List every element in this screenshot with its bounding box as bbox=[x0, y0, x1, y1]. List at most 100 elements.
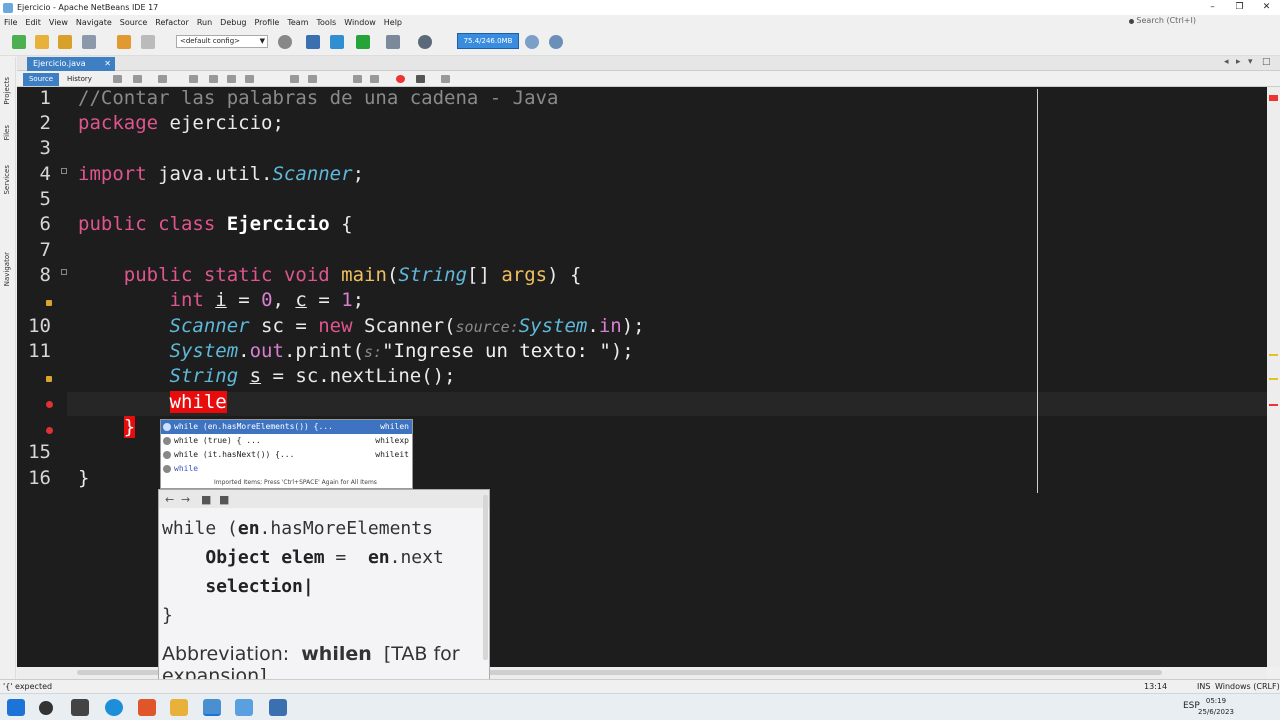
caret-position[interactable]: 13:14 bbox=[1144, 682, 1167, 691]
menu-source[interactable]: Source bbox=[116, 18, 151, 27]
brave-icon[interactable] bbox=[138, 699, 156, 716]
clock[interactable]: 05:19 25/6/2023 bbox=[1198, 696, 1234, 718]
fold-toggle-icon[interactable] bbox=[61, 168, 67, 174]
windows-start-icon[interactable] bbox=[7, 699, 25, 716]
files-tab[interactable]: Files bbox=[3, 125, 11, 140]
forward-icon[interactable] bbox=[158, 75, 167, 83]
memory-indicator[interactable]: 75.4/246.0MB bbox=[457, 33, 519, 49]
toggle-highlight-icon[interactable] bbox=[245, 75, 254, 83]
minimize-button[interactable]: – bbox=[1199, 0, 1226, 14]
menu-refactor[interactable]: Refactor bbox=[151, 18, 193, 27]
warning-marker[interactable] bbox=[1269, 354, 1278, 356]
clean-build-icon[interactable] bbox=[330, 35, 344, 49]
fold-toggle-icon[interactable] bbox=[61, 269, 67, 275]
right-margin-line bbox=[1037, 89, 1038, 493]
menu-debug[interactable]: Debug bbox=[216, 18, 250, 27]
scroll-right-icon[interactable]: ▸ bbox=[1236, 57, 1241, 67]
forward-arrow-icon[interactable]: → bbox=[181, 493, 190, 506]
error-icon[interactable] bbox=[46, 401, 53, 408]
error-marker[interactable] bbox=[1269, 404, 1278, 406]
last-edit-icon[interactable] bbox=[113, 75, 122, 83]
maximize-editor-icon[interactable]: □ bbox=[1262, 57, 1271, 67]
search-input[interactable]: Search (Ctrl+I) bbox=[1136, 16, 1196, 25]
error-marker[interactable] bbox=[1269, 95, 1278, 101]
menu-tools[interactable]: Tools bbox=[313, 18, 341, 27]
comment-icon[interactable] bbox=[441, 75, 450, 83]
line-ending[interactable]: Windows (CRLF) bbox=[1215, 682, 1280, 691]
new-file-icon[interactable] bbox=[12, 35, 26, 49]
search-icon[interactable] bbox=[39, 701, 53, 715]
open-source-icon[interactable]: ■ bbox=[201, 493, 211, 506]
completion-item[interactable]: while (true) { ... whilexp bbox=[161, 434, 412, 448]
code-line-10: Scanner sc = new Scanner(source:System.i… bbox=[169, 315, 645, 337]
profile-icon[interactable] bbox=[418, 35, 432, 49]
save-all-icon[interactable] bbox=[82, 35, 96, 49]
close-button[interactable]: ✕ bbox=[1253, 0, 1280, 14]
app-icon[interactable] bbox=[269, 699, 287, 716]
menu-window[interactable]: Window bbox=[340, 18, 380, 27]
prev-bookmark-icon[interactable] bbox=[290, 75, 299, 83]
completion-item[interactable]: while (en.hasMoreElements()) {... whilen bbox=[161, 420, 412, 434]
menu-file[interactable]: File bbox=[0, 18, 21, 27]
edge-icon[interactable] bbox=[105, 699, 123, 716]
menu-team[interactable]: Team bbox=[283, 18, 312, 27]
services-tab[interactable]: Services bbox=[3, 165, 11, 195]
warning-icon[interactable] bbox=[46, 300, 52, 306]
maximize-button[interactable]: ❐ bbox=[1226, 0, 1253, 14]
unmatched-brace: } bbox=[123, 416, 136, 438]
menu-view[interactable]: View bbox=[45, 18, 72, 27]
completion-item[interactable]: while (it.hasNext()) {... whileit bbox=[161, 448, 412, 462]
warning-marker[interactable] bbox=[1269, 378, 1278, 380]
error-stripe[interactable] bbox=[1267, 87, 1280, 667]
code-line-2: package ejercicio; bbox=[78, 112, 284, 134]
build-icon[interactable] bbox=[306, 35, 320, 49]
app-icon[interactable] bbox=[235, 699, 253, 716]
history-tab[interactable]: History bbox=[67, 73, 92, 85]
task-view-icon[interactable] bbox=[71, 699, 89, 716]
navigator-tab[interactable]: Navigator bbox=[3, 252, 11, 286]
error-icon[interactable] bbox=[46, 427, 53, 434]
line-number: 6 bbox=[39, 213, 51, 235]
doc-vertical-scrollbar[interactable] bbox=[483, 495, 488, 660]
close-tab-icon[interactable]: ✕ bbox=[104, 57, 111, 70]
next-bookmark-icon[interactable] bbox=[308, 75, 317, 83]
scroll-left-icon[interactable]: ◂ bbox=[1224, 57, 1229, 67]
menu-run[interactable]: Run bbox=[193, 18, 216, 27]
menu-help[interactable]: Help bbox=[380, 18, 406, 27]
back-arrow-icon[interactable]: ← bbox=[165, 493, 174, 506]
config-select[interactable]: <default config> ▼ bbox=[176, 35, 268, 48]
documentation-popup[interactable]: ← → ■ ■ while (en.hasMoreElements Object… bbox=[158, 489, 490, 689]
source-tab[interactable]: Source bbox=[23, 73, 59, 86]
menu-bar: File Edit View Navigate Source Refactor … bbox=[0, 15, 1280, 29]
warning-icon[interactable] bbox=[46, 376, 52, 382]
redo-icon[interactable] bbox=[141, 35, 155, 49]
line-number: 4 bbox=[39, 163, 51, 185]
shift-right-icon[interactable] bbox=[370, 75, 379, 83]
shift-left-icon[interactable] bbox=[353, 75, 362, 83]
globe-icon[interactable] bbox=[278, 35, 292, 49]
back-icon[interactable] bbox=[133, 75, 142, 83]
undo-icon[interactable] bbox=[117, 35, 131, 49]
start-macro-icon[interactable] bbox=[396, 75, 405, 83]
tab-ejercicio-java[interactable]: Ejercicio.java ✕ bbox=[27, 57, 115, 71]
completion-item[interactable]: while bbox=[161, 462, 412, 476]
netbeans-taskbar-icon[interactable] bbox=[203, 699, 221, 716]
stop-macro-icon[interactable] bbox=[416, 75, 425, 83]
projects-tab[interactable]: Projects bbox=[3, 77, 11, 105]
tab-list-icon[interactable]: ▾ bbox=[1248, 57, 1253, 67]
menu-navigate[interactable]: Navigate bbox=[72, 18, 116, 27]
find-prev-icon[interactable] bbox=[189, 75, 198, 83]
menu-edit[interactable]: Edit bbox=[21, 18, 45, 27]
new-project-icon[interactable] bbox=[35, 35, 49, 49]
open-project-icon[interactable] bbox=[58, 35, 72, 49]
gc-stop-icon[interactable] bbox=[549, 35, 563, 49]
completion-status: Imported Items; Press 'Ctrl+SPACE' Again… bbox=[214, 479, 377, 486]
file-explorer-icon[interactable] bbox=[170, 699, 188, 716]
open-browser-icon[interactable]: ■ bbox=[219, 493, 229, 506]
run-icon[interactable] bbox=[356, 35, 370, 49]
gc-icon[interactable] bbox=[525, 35, 539, 49]
find-selection-icon[interactable] bbox=[227, 75, 236, 83]
find-next-icon[interactable] bbox=[209, 75, 218, 83]
debug-icon[interactable] bbox=[386, 35, 400, 49]
menu-profile[interactable]: Profile bbox=[250, 18, 283, 27]
